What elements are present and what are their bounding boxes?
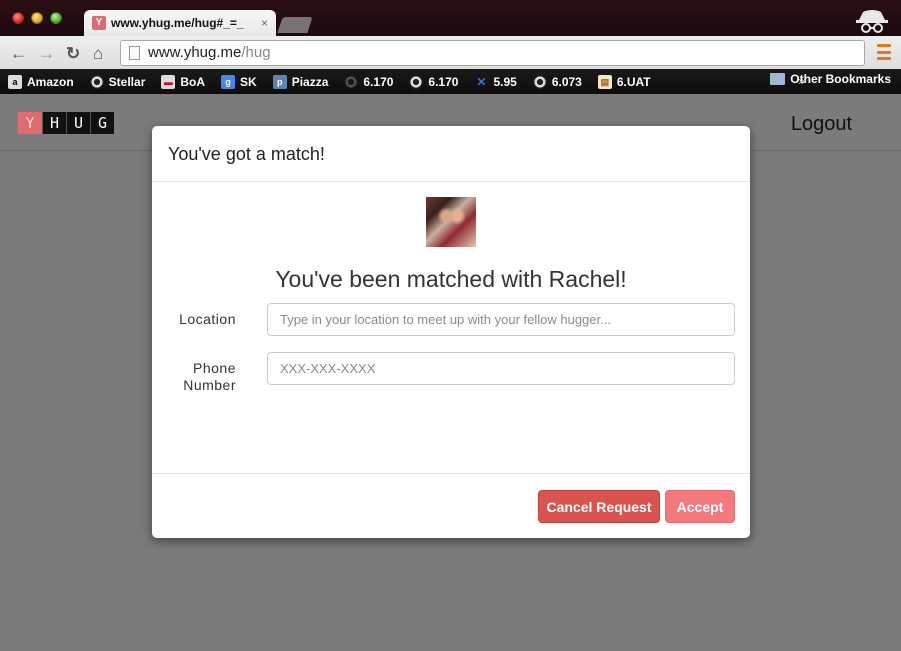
match-headline: You've been matched with Rachel! <box>275 266 627 292</box>
piazza-icon: p <box>272 74 287 89</box>
phone-label-line: Number <box>183 377 236 393</box>
x-icon: ✕ <box>476 74 487 89</box>
amazon-icon: a <box>8 74 22 89</box>
stellar-icon <box>89 74 104 89</box>
bookmark-6073[interactable]: 6.073 <box>532 74 582 89</box>
location-label: Location <box>179 311 236 327</box>
bookmark-amazon[interactable]: a Amazon <box>8 74 74 89</box>
cancel-request-button[interactable]: Cancel Request <box>538 490 660 523</box>
document-icon: ▤ <box>597 74 612 89</box>
bookmark-sk[interactable]: g SK <box>221 74 257 89</box>
bookmark-label: SK <box>240 74 257 89</box>
reload-icon[interactable]: ↻ <box>66 45 80 62</box>
logo-letter: H <box>42 112 66 134</box>
phone-number-input[interactable] <box>267 352 735 385</box>
bookmark-6170-a[interactable]: 6.170 <box>344 74 394 89</box>
stellar-ring-icon <box>409 74 424 89</box>
bookmark-label: Piazza <box>291 74 329 89</box>
window-controls <box>12 12 62 24</box>
bookmark-label: 6.170 <box>428 74 459 89</box>
bank-of-america-icon: ▬ <box>161 74 176 89</box>
match-modal: You've got a match! You've been matched … <box>152 126 750 538</box>
url-host: www.yhug.me <box>148 44 242 61</box>
bookmarks-bar: a Amazon Stellar ▬ BoA g SK p Piazza 6.170 6… <box>0 69 901 94</box>
match-avatar <box>426 197 476 247</box>
phone-label-line: Phone <box>193 360 236 376</box>
tab-title: www.yhug.me/hug#_=_ <box>111 16 244 30</box>
zoom-window-button[interactable] <box>50 12 62 24</box>
google-icon: g <box>221 74 236 89</box>
yhug-logo[interactable]: Y H U G <box>18 112 114 134</box>
logo-letter: Y <box>18 112 42 134</box>
stellar-ring-icon <box>344 74 359 89</box>
browser-menu-icon[interactable] <box>877 44 891 60</box>
bookmark-6170-b[interactable]: 6.170 <box>409 74 459 89</box>
page-icon <box>129 46 140 60</box>
bookmark-label: Stellar <box>108 74 146 89</box>
bookmark-label: 5.95 <box>493 74 517 89</box>
modal-footer: Cancel Request Accept <box>152 473 750 538</box>
modal-title: You've got a match! <box>152 126 750 182</box>
yhug-favicon-icon: Y <box>92 16 106 30</box>
bookmark-stellar[interactable]: Stellar <box>89 74 146 89</box>
other-bookmarks-label: Other Bookmarks <box>790 72 891 86</box>
address-bar[interactable]: www.yhug.me/hug <box>120 40 865 66</box>
bookmark-label: 6.UAT <box>616 74 651 89</box>
minimize-window-button[interactable] <box>31 12 43 24</box>
browser-tab[interactable]: Y www.yhug.me/hug#_=_ × <box>84 10 276 36</box>
bookmark-595[interactable]: ✕ 5.95 <box>474 75 516 89</box>
phone-label: Phone Number <box>168 360 236 394</box>
logo-letter: G <box>90 112 114 134</box>
folder-icon <box>770 73 786 85</box>
home-icon[interactable]: ⌂ <box>93 45 103 62</box>
bookmark-boa[interactable]: ▬ BoA <box>161 74 206 89</box>
bookmark-6uat[interactable]: ▤ 6.UAT <box>597 74 651 89</box>
bookmark-piazza[interactable]: p Piazza <box>272 74 329 89</box>
location-input[interactable] <box>267 303 735 336</box>
new-tab-button[interactable] <box>277 17 313 33</box>
other-bookmarks[interactable]: Other Bookmarks <box>770 72 891 86</box>
logo-letter: U <box>66 112 90 134</box>
bookmark-label: 6.170 <box>363 74 394 89</box>
accept-button[interactable]: Accept <box>665 490 735 523</box>
bookmark-label: 6.073 <box>551 74 582 89</box>
close-window-button[interactable] <box>12 12 24 24</box>
bookmark-label: Amazon <box>27 74 74 89</box>
incognito-icon <box>856 10 888 33</box>
forward-arrow-icon[interactable]: → <box>38 45 55 62</box>
url-path: /hug <box>241 44 271 61</box>
back-arrow-icon[interactable]: ← <box>10 45 27 62</box>
tab-close-icon[interactable]: × <box>261 16 268 30</box>
logout-link[interactable]: Logout <box>791 113 852 136</box>
bookmark-label: BoA <box>180 74 206 89</box>
stellar-ring-icon <box>532 74 547 89</box>
